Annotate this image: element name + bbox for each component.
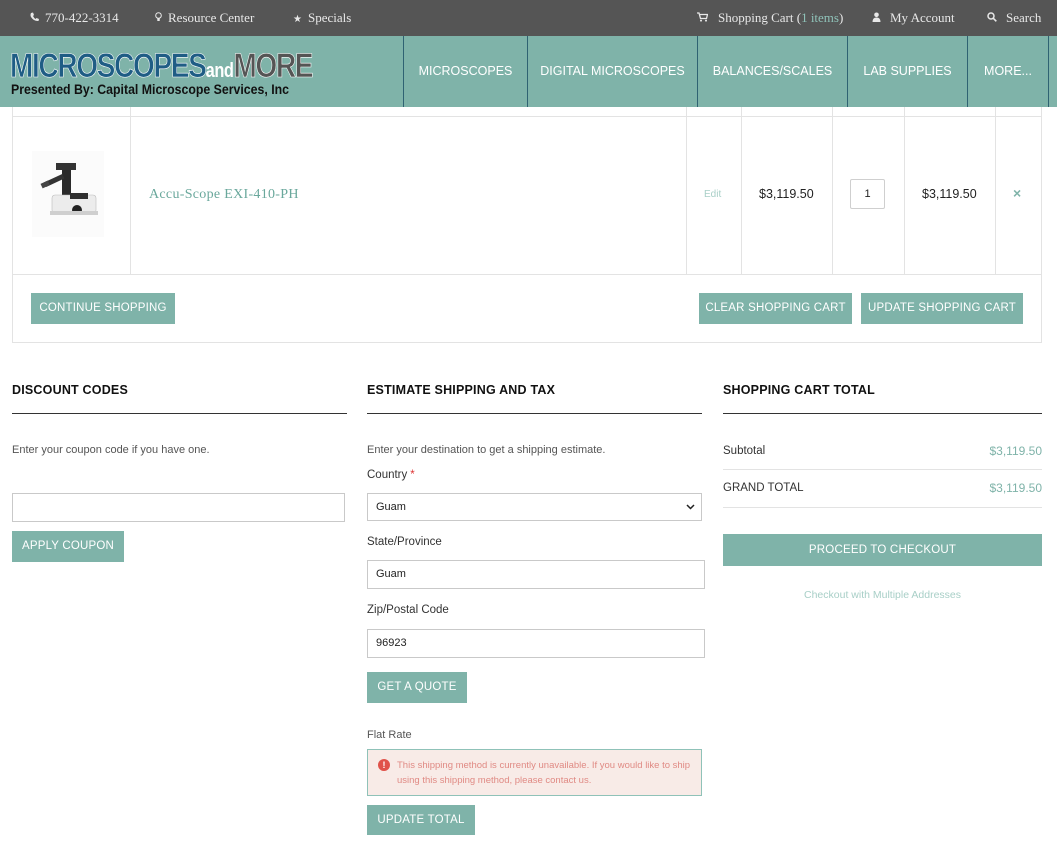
subtotal-value: $3,119.50 [989, 444, 1043, 458]
zip-label: Zip/Postal Code [367, 604, 449, 616]
quantity-input[interactable]: 1 [850, 179, 885, 209]
remove-item-icon[interactable]: × [1013, 185, 1021, 201]
main-nav: MICROSCOPESandMORE Presented By: Capital… [0, 36, 1057, 107]
phone-icon [30, 2, 39, 38]
table-row-separator [13, 107, 1041, 117]
product-thumbnail[interactable] [32, 151, 104, 237]
proceed-to-checkout-button[interactable]: PROCEED TO CHECKOUT [723, 534, 1042, 566]
error-text: This shipping method is currently unavai… [397, 760, 691, 786]
update-total-button[interactable]: UPDATE TOTAL [367, 805, 475, 835]
search-link[interactable]: Search [987, 0, 1041, 36]
nav-lab-supplies[interactable]: LAB SUPPLIES [847, 36, 967, 107]
state-input[interactable]: Guam [367, 560, 705, 589]
error-icon: ! [378, 759, 390, 771]
required-mark: * [410, 469, 415, 481]
discount-hint: Enter your coupon code if you have one. [12, 444, 210, 456]
phone-link[interactable]: 770-422-3314 [30, 0, 119, 36]
totals-title: SHOPPING CART TOTAL [723, 383, 875, 397]
section-rule [723, 413, 1042, 414]
top-bar: 770-422-3314 Resource Center ★ Specials S… [0, 0, 1057, 36]
continue-shopping-button[interactable]: CONTINUE SHOPPING [31, 293, 175, 324]
column-divider [130, 107, 131, 274]
column-divider [904, 107, 905, 274]
my-account-label: My Account [890, 10, 955, 25]
state-label: State/Province [367, 536, 442, 548]
get-quote-button[interactable]: GET A QUOTE [367, 672, 467, 703]
logo-tagline: Presented By: Capital Microscope Service… [11, 81, 289, 97]
column-divider [741, 107, 742, 274]
grand-total-value: $3,119.50 [989, 481, 1043, 495]
specials-link[interactable]: ★ Specials [293, 0, 351, 36]
search-label: Search [1006, 10, 1042, 25]
nav-more[interactable]: MORE... [967, 36, 1049, 107]
shipping-hint: Enter your destination to get a shipping… [367, 444, 606, 456]
apply-coupon-button[interactable]: APPLY COUPON [12, 531, 124, 562]
search-icon [987, 2, 997, 38]
clear-cart-button[interactable]: CLEAR SHOPPING CART [699, 293, 852, 324]
nav-microscopes[interactable]: MICROSCOPES [403, 36, 527, 107]
totals-divider [723, 507, 1042, 508]
table-row-separator [13, 274, 1041, 275]
phone-number: 770-422-3314 [45, 10, 119, 25]
column-divider [686, 107, 687, 274]
star-icon: ★ [293, 14, 302, 25]
section-rule [367, 413, 702, 414]
unit-price: $3,119.50 [759, 187, 814, 201]
row-subtotal: $3,119.50 [922, 187, 977, 201]
section-rule [12, 413, 347, 414]
totals-divider [723, 469, 1042, 470]
column-divider [832, 107, 833, 274]
specials-label: Specials [307, 10, 352, 25]
product-name-link[interactable]: Accu-Scope EXI-410-PH [149, 187, 299, 203]
discount-title: DISCOUNT CODES [12, 383, 129, 397]
resource-center-label: Resource Center [168, 10, 255, 25]
shopping-cart-link[interactable]: Shopping Cart (1 items) [697, 0, 843, 36]
nav-digital-microscopes[interactable]: DIGITAL MICROSCOPES [527, 36, 697, 107]
shipping-error-message: ! This shipping method is currently unav… [367, 749, 702, 796]
cart-count: 1 items [801, 10, 839, 25]
country-select[interactable]: Guam [367, 493, 702, 521]
zip-input[interactable]: 96923 [367, 629, 705, 658]
multiple-addresses-link[interactable]: Checkout with Multiple Addresses [723, 589, 1042, 601]
site-logo[interactable]: MICROSCOPESandMORE Presented By: Capital… [10, 49, 314, 99]
shipping-method-label: Flat Rate [367, 729, 412, 741]
subtotal-label: Subtotal [723, 445, 766, 457]
cart-count-close: ) [838, 10, 844, 25]
chevron-down-icon [686, 494, 695, 531]
nav-balances-scales[interactable]: BALANCES/SCALES [697, 36, 847, 107]
country-select-value: Guam [376, 501, 406, 513]
country-label: Country * [367, 469, 415, 481]
shipping-title: ESTIMATE SHIPPING AND TAX [367, 383, 556, 397]
lightbulb-icon [155, 2, 162, 38]
user-icon [872, 2, 881, 38]
cart-icon [697, 2, 709, 38]
shopping-cart-label: Shopping Cart ( [718, 10, 802, 25]
my-account-link[interactable]: My Account [872, 0, 955, 36]
coupon-code-input[interactable] [12, 493, 345, 522]
edit-item-link[interactable]: Edit [704, 189, 721, 200]
resource-center-link[interactable]: Resource Center [155, 0, 254, 36]
update-cart-button[interactable]: UPDATE SHOPPING CART [861, 293, 1023, 324]
grand-total-label: GRAND TOTAL [723, 482, 804, 494]
column-divider [995, 107, 996, 274]
